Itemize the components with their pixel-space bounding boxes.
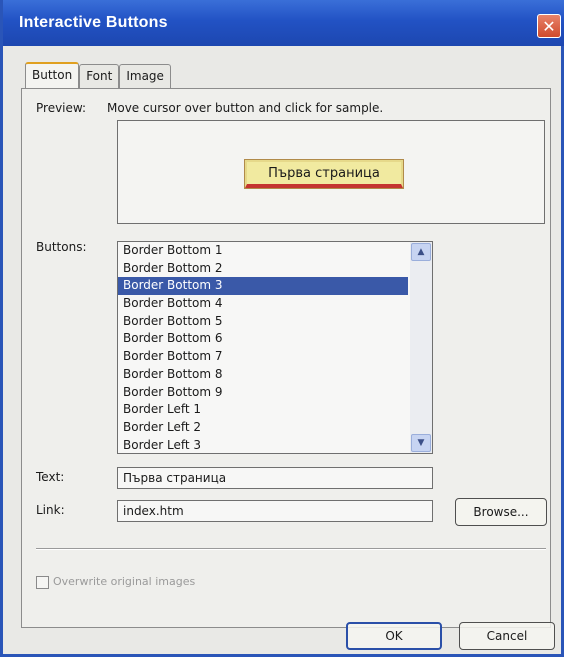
interactive-buttons-dialog: Interactive Buttons ✕ Button Font Image … — [0, 0, 564, 657]
scroll-down-button[interactable]: ▼ — [411, 434, 431, 452]
sample-button-label: Първа страница — [268, 165, 380, 181]
browse-button[interactable]: Browse... — [455, 498, 547, 526]
list-item[interactable]: Border Bottom 5 — [118, 313, 408, 331]
text-label: Text: — [36, 470, 65, 484]
preview-hint: Move cursor over button and click for sa… — [107, 101, 384, 115]
tab-image[interactable]: Image — [119, 64, 171, 88]
dialog-title: Interactive Buttons — [19, 14, 168, 31]
overwrite-checkbox-label: Overwrite original images — [53, 575, 196, 588]
list-item[interactable]: Border Bottom 1 — [118, 242, 408, 260]
list-item[interactable]: Border Bottom 8 — [118, 366, 408, 384]
list-item[interactable]: Border Bottom 7 — [118, 348, 408, 366]
browse-button-label: Browse... — [473, 505, 529, 519]
buttons-listbox[interactable]: Border Bottom 1 Border Bottom 2 Border Bot… — [117, 241, 433, 454]
scroll-up-button[interactable]: ▲ — [411, 243, 431, 261]
title-bar[interactable]: Interactive Buttons ✕ — [3, 0, 564, 46]
list-item[interactable]: Border Bottom 9 — [118, 384, 408, 402]
list-item[interactable]: Border Left 2 — [118, 419, 408, 437]
list-item[interactable]: Border Bottom 6 — [118, 330, 408, 348]
ok-button[interactable]: OK — [346, 622, 442, 650]
sample-button[interactable]: Първа страница — [245, 160, 403, 188]
separator — [36, 548, 546, 550]
tab-button[interactable]: Button — [25, 62, 80, 88]
list-item[interactable]: Border Bottom 2 — [118, 260, 408, 278]
ok-button-label: OK — [385, 629, 403, 643]
list-item[interactable]: Border Bottom 3 — [118, 277, 408, 296]
chevron-down-icon: ▼ — [417, 438, 425, 448]
tab-font[interactable]: Font — [79, 64, 120, 88]
list-item[interactable]: Border Left 1 — [118, 401, 408, 419]
link-input[interactable] — [117, 500, 433, 522]
link-label: Link: — [36, 503, 65, 517]
list-item[interactable]: Border Left 3 — [118, 437, 408, 453]
listbox-scrollbar[interactable]: ▲ ▼ — [410, 242, 432, 453]
chevron-up-icon: ▲ — [417, 247, 425, 257]
buttons-label: Buttons: — [36, 240, 87, 254]
overwrite-checkbox[interactable] — [36, 576, 49, 589]
cancel-button-label: Cancel — [486, 629, 528, 643]
cancel-button[interactable]: Cancel — [459, 622, 555, 650]
text-input[interactable] — [117, 467, 433, 489]
list-item[interactable]: Border Bottom 4 — [118, 295, 408, 313]
tab-strip: Button Font Image — [25, 62, 171, 88]
preview-label: Preview: — [36, 101, 87, 115]
close-button[interactable]: ✕ — [537, 14, 561, 38]
close-icon: ✕ — [542, 16, 556, 36]
buttons-list: Border Bottom 1 Border Bottom 2 Border Bot… — [118, 242, 432, 453]
